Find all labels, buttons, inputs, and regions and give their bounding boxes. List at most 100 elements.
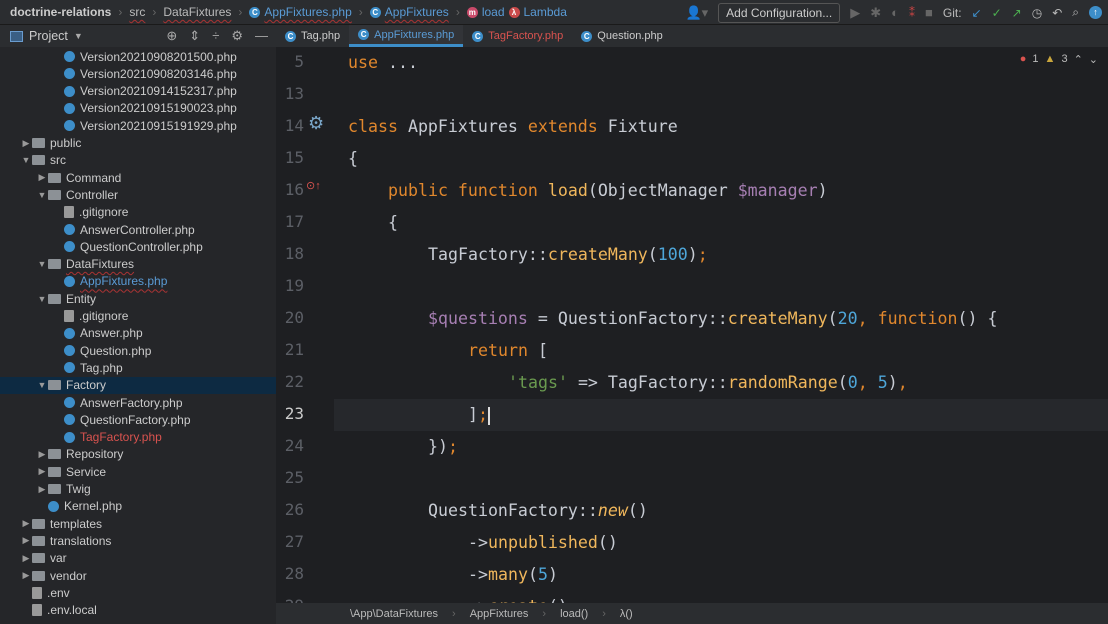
tree-file[interactable]: AppFixtures.php bbox=[0, 273, 276, 290]
tree-item-label: Kernel.php bbox=[64, 499, 123, 514]
chevron-right-icon[interactable]: ▶ bbox=[20, 535, 32, 546]
status-crumb[interactable]: λ() bbox=[620, 608, 633, 620]
tree-file[interactable]: Answer.php bbox=[0, 325, 276, 342]
git-push-icon[interactable]: ↗ bbox=[1012, 6, 1022, 20]
tree-folder[interactable]: ▶ templates bbox=[0, 515, 276, 532]
tree-file[interactable]: Version20210908203146.php bbox=[0, 65, 276, 82]
code-token: () bbox=[627, 501, 648, 520]
git-commit-icon[interactable]: ✓ bbox=[992, 6, 1002, 20]
tab-question[interactable]: C Question.php bbox=[572, 25, 671, 47]
history-icon[interactable]: ◷ bbox=[1032, 6, 1042, 20]
tree-file[interactable]: QuestionFactory.php bbox=[0, 411, 276, 428]
chevron-right-icon[interactable]: ▶ bbox=[20, 570, 32, 581]
implements-icon[interactable]: ⊙↑ bbox=[306, 179, 321, 192]
code-token: ] bbox=[468, 405, 478, 424]
override-gear-icon[interactable]: ⚙ bbox=[308, 113, 324, 134]
project-view-selector[interactable]: Project bbox=[29, 29, 68, 43]
tree-item-label: Answer.php bbox=[80, 326, 143, 341]
crumb-lambda[interactable]: Lambda bbox=[524, 5, 567, 19]
user-icon[interactable]: 👤▾ bbox=[685, 5, 708, 21]
crumb-class[interactable]: AppFixtures bbox=[385, 5, 449, 19]
attach-icon[interactable]: ⁑ bbox=[909, 6, 915, 20]
tab-appfixtures[interactable]: C AppFixtures.php bbox=[349, 25, 464, 47]
tree-folder[interactable]: ▶ Command bbox=[0, 169, 276, 186]
tree-file[interactable]: .gitignore bbox=[0, 204, 276, 221]
tree-file[interactable]: Version20210914152317.php bbox=[0, 83, 276, 100]
coverage-icon[interactable]: ◐ bbox=[891, 5, 899, 20]
line-number: 24 bbox=[284, 436, 304, 455]
gear-icon[interactable]: ⚙ bbox=[231, 28, 243, 44]
tree-file[interactable]: .gitignore bbox=[0, 308, 276, 325]
chevron-down-icon[interactable]: ▼ bbox=[36, 294, 48, 304]
chevron-right-icon[interactable]: ▶ bbox=[36, 466, 48, 477]
tree-folder[interactable]: ▼ DataFixtures bbox=[0, 256, 276, 273]
code-token: unpublished bbox=[487, 533, 598, 552]
crumb-method[interactable]: load bbox=[482, 5, 505, 19]
tree-file[interactable]: .env bbox=[0, 584, 276, 601]
tree-file[interactable]: .env.local bbox=[0, 602, 276, 619]
locate-icon[interactable]: ⊕ bbox=[166, 28, 177, 44]
update-icon[interactable]: ↑ bbox=[1089, 6, 1102, 19]
chevron-right-icon[interactable]: ▶ bbox=[20, 553, 32, 564]
tree-file[interactable]: Question.php bbox=[0, 342, 276, 359]
chevron-down-icon[interactable]: ▼ bbox=[20, 155, 32, 165]
chevron-down-icon[interactable]: ▼ bbox=[36, 190, 48, 200]
tree-folder[interactable]: ▶ translations bbox=[0, 532, 276, 549]
tab-tag[interactable]: C Tag.php bbox=[276, 25, 349, 47]
crumb-project[interactable]: doctrine-relations bbox=[10, 5, 111, 19]
tree-file[interactable]: AnswerController.php bbox=[0, 221, 276, 238]
status-crumb[interactable]: AppFixtures bbox=[470, 608, 529, 620]
collapse-all-icon[interactable]: ÷ bbox=[212, 28, 219, 44]
tree-folder[interactable]: ▶ Twig bbox=[0, 481, 276, 498]
tree-file[interactable]: QuestionController.php bbox=[0, 238, 276, 255]
tree-folder[interactable]: ▼ Controller bbox=[0, 186, 276, 203]
crumb-file[interactable]: AppFixtures.php bbox=[264, 5, 351, 19]
tree-file[interactable]: AnswerFactory.php bbox=[0, 394, 276, 411]
code-token: 20 bbox=[837, 309, 858, 328]
inspection-widget[interactable]: ● 1 ▲ 3 ⌃ ⌄ bbox=[1020, 53, 1098, 66]
chevron-down-icon[interactable]: ▼ bbox=[36, 259, 48, 269]
status-crumb[interactable]: load() bbox=[560, 608, 588, 620]
debug-icon[interactable]: ✱ bbox=[870, 5, 881, 21]
run-icon[interactable]: ▶ bbox=[850, 5, 860, 21]
git-update-icon[interactable]: ↙ bbox=[972, 6, 982, 20]
chevron-right-icon[interactable]: ▶ bbox=[36, 449, 48, 460]
tree-folder[interactable]: ▶ Service bbox=[0, 463, 276, 480]
crumb-src[interactable]: src bbox=[129, 5, 145, 19]
tree-item-label: Version20210908201500.php bbox=[80, 49, 237, 64]
tree-folder[interactable]: ▶ Repository bbox=[0, 446, 276, 463]
tree-folder[interactable]: ▶ vendor bbox=[0, 567, 276, 584]
tree-file[interactable]: Tag.php bbox=[0, 359, 276, 376]
tree-file[interactable]: Version20210908201500.php bbox=[0, 48, 276, 65]
chevron-right-icon[interactable]: ▶ bbox=[20, 138, 32, 149]
code-token: createMany bbox=[727, 309, 828, 328]
status-crumb[interactable]: \App\DataFixtures bbox=[350, 608, 438, 620]
tree-file[interactable]: Version20210915191929.php bbox=[0, 117, 276, 134]
tree-file[interactable]: Kernel.php bbox=[0, 498, 276, 515]
tree-folder[interactable]: ▼ Entity bbox=[0, 290, 276, 307]
expand-all-icon[interactable]: ⇕ bbox=[189, 28, 200, 44]
chevron-right-icon[interactable]: ▶ bbox=[20, 518, 32, 529]
hide-icon[interactable]: — bbox=[255, 28, 268, 44]
chevron-down-icon[interactable]: ▼ bbox=[36, 380, 48, 390]
stop-icon[interactable]: ■ bbox=[925, 5, 933, 20]
chevron-right-icon[interactable]: ▶ bbox=[36, 172, 48, 183]
tree-folder[interactable]: ▶ var bbox=[0, 550, 276, 567]
chevron-right-icon[interactable]: ▶ bbox=[36, 484, 48, 495]
editor-tabs: C Tag.php C AppFixtures.php C TagFactory.php C… bbox=[276, 25, 1108, 47]
add-configuration-button[interactable]: Add Configuration... bbox=[718, 2, 841, 23]
tree-item-label: .env.local bbox=[47, 603, 97, 618]
search-icon[interactable]: ⌕ bbox=[1072, 5, 1079, 20]
tree-file[interactable]: TagFactory.php bbox=[0, 429, 276, 446]
tree-file[interactable]: Version20210915190023.php bbox=[0, 100, 276, 117]
tab-label: AppFixtures.php bbox=[374, 28, 455, 41]
tree-folder[interactable]: ▼ src bbox=[0, 152, 276, 169]
tree-folder[interactable]: ▼ Factory bbox=[0, 376, 276, 394]
code-token: ; bbox=[478, 405, 488, 424]
code-token: public function bbox=[388, 181, 548, 200]
rollback-icon[interactable]: ↶ bbox=[1052, 6, 1062, 20]
crumb-datafixtures[interactable]: DataFixtures bbox=[163, 5, 231, 19]
tab-tagfactory[interactable]: C TagFactory.php bbox=[463, 25, 572, 47]
tree-folder[interactable]: ▶ public bbox=[0, 135, 276, 152]
code-editor[interactable]: 51314151617181920212223242526272829⚙⊙↑ ●… bbox=[276, 47, 1108, 603]
